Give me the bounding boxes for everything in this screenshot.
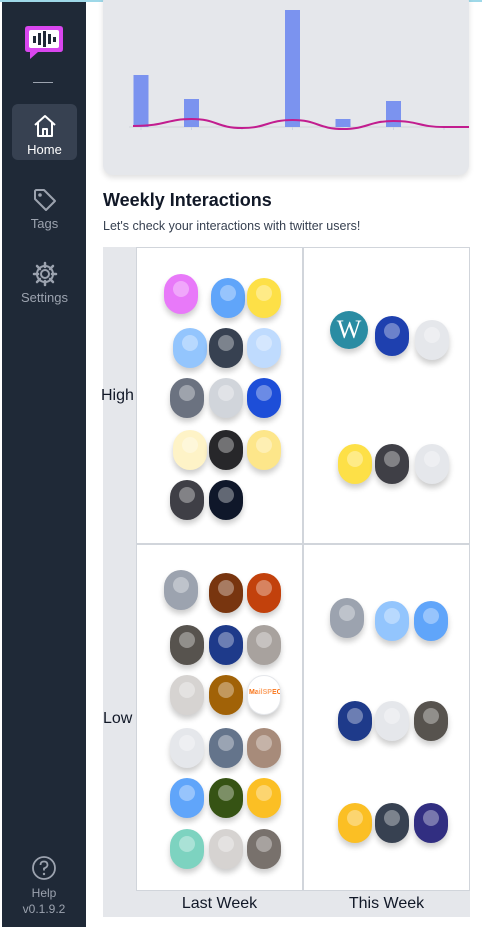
cell-high-this-week: W: [303, 247, 470, 544]
user-avatar[interactable]: [338, 701, 372, 741]
user-avatar[interactable]: [209, 378, 243, 418]
user-avatar[interactable]: [173, 430, 207, 470]
user-avatar[interactable]: [415, 444, 449, 484]
sidebar-item-home[interactable]: Home: [12, 104, 77, 160]
user-avatar[interactable]: [247, 728, 281, 768]
user-avatar[interactable]: [375, 601, 409, 641]
cell-low-last-week: MailSPEC: [136, 544, 303, 891]
user-avatar[interactable]: [170, 829, 204, 869]
user-avatar[interactable]: [170, 625, 204, 665]
user-avatar[interactable]: [170, 480, 204, 520]
sidebar-item-settings[interactable]: Settings: [12, 252, 77, 308]
chart-bar: [285, 10, 300, 127]
user-avatar[interactable]: [209, 829, 243, 869]
user-avatar[interactable]: [247, 625, 281, 665]
mailspec-avatar[interactable]: MailSPEC: [247, 675, 281, 715]
tag-icon: [33, 189, 56, 211]
user-avatar[interactable]: [170, 778, 204, 818]
sidebar: Home Tags Settings Help v0.1.9.2: [2, 2, 86, 927]
user-avatar[interactable]: [209, 573, 243, 613]
user-avatar[interactable]: [330, 598, 364, 638]
user-avatar[interactable]: [164, 274, 198, 314]
sidebar-divider: [33, 82, 53, 83]
user-avatar[interactable]: [170, 675, 204, 715]
chart-bar: [386, 101, 401, 127]
app-window: Home Tags Settings Help v0.1.9.2 Weekly …: [0, 0, 482, 927]
version-label: v0.1.9.2: [22, 902, 66, 916]
sidebar-item-label: Home: [27, 142, 62, 157]
user-avatar[interactable]: [170, 728, 204, 768]
row-label-low: Low: [103, 710, 133, 727]
user-avatar[interactable]: [375, 701, 409, 741]
section-subtitle: Let's check your interactions with twitt…: [103, 219, 361, 233]
col-label-this-week: This Week: [348, 895, 425, 912]
sidebar-item-label: Tags: [30, 216, 59, 231]
sidebar-item-tags[interactable]: Tags: [12, 178, 77, 234]
user-avatar[interactable]: [247, 328, 281, 368]
app-logo-icon: [25, 26, 63, 59]
gear-icon: [32, 261, 57, 287]
cell-low-this-week: [303, 544, 470, 891]
user-avatar[interactable]: [209, 328, 243, 368]
user-avatar[interactable]: [209, 430, 243, 470]
chart-bar: [335, 119, 351, 127]
help-label: Help: [31, 886, 57, 900]
user-avatar[interactable]: [247, 430, 281, 470]
user-avatar[interactable]: [247, 378, 281, 418]
home-icon: [33, 115, 56, 137]
wordpress-avatar[interactable]: W: [330, 311, 368, 349]
help-link[interactable]: Help v0.1.9.2: [2, 855, 86, 917]
user-avatar[interactable]: [170, 378, 204, 418]
section-title: Weekly Interactions: [103, 190, 272, 210]
user-avatar[interactable]: [209, 625, 243, 665]
user-avatar[interactable]: [414, 701, 448, 741]
user-avatar[interactable]: [414, 803, 448, 843]
user-avatar[interactable]: [375, 316, 409, 356]
user-avatar[interactable]: [247, 778, 281, 818]
user-avatar[interactable]: [338, 444, 372, 484]
user-avatar[interactable]: [209, 675, 243, 715]
user-avatar[interactable]: [164, 570, 198, 610]
user-avatar[interactable]: [211, 278, 245, 318]
user-avatar[interactable]: [247, 829, 281, 869]
user-avatar[interactable]: [415, 320, 449, 360]
activity-chart-card: [103, 0, 476, 175]
sidebar-item-label: Settings: [21, 290, 68, 305]
user-avatar[interactable]: [375, 444, 409, 484]
row-label-high: High: [101, 387, 134, 404]
user-avatar[interactable]: [209, 728, 243, 768]
chart-bar: [184, 99, 199, 127]
user-avatar[interactable]: [247, 573, 281, 613]
chart-bar: [133, 75, 149, 127]
user-avatar[interactable]: [209, 778, 243, 818]
col-label-last-week: Last Week: [181, 895, 258, 912]
cell-high-last-week: [136, 247, 303, 544]
user-avatar[interactable]: [375, 803, 409, 843]
user-avatar[interactable]: [173, 328, 207, 368]
interaction-matrix: High Low W MailSPEC Last Week This Week: [101, 247, 470, 917]
user-avatar[interactable]: [209, 480, 243, 520]
main-content: Weekly Interactions Let's check your int…: [86, 0, 482, 927]
mailspec-logo: MailSPEC: [249, 689, 281, 696]
question-circle-icon: [32, 856, 56, 880]
user-avatar[interactable]: [247, 278, 281, 318]
user-avatar[interactable]: [414, 601, 448, 641]
activity-chart: [129, 10, 476, 131]
user-avatar[interactable]: [338, 803, 372, 843]
